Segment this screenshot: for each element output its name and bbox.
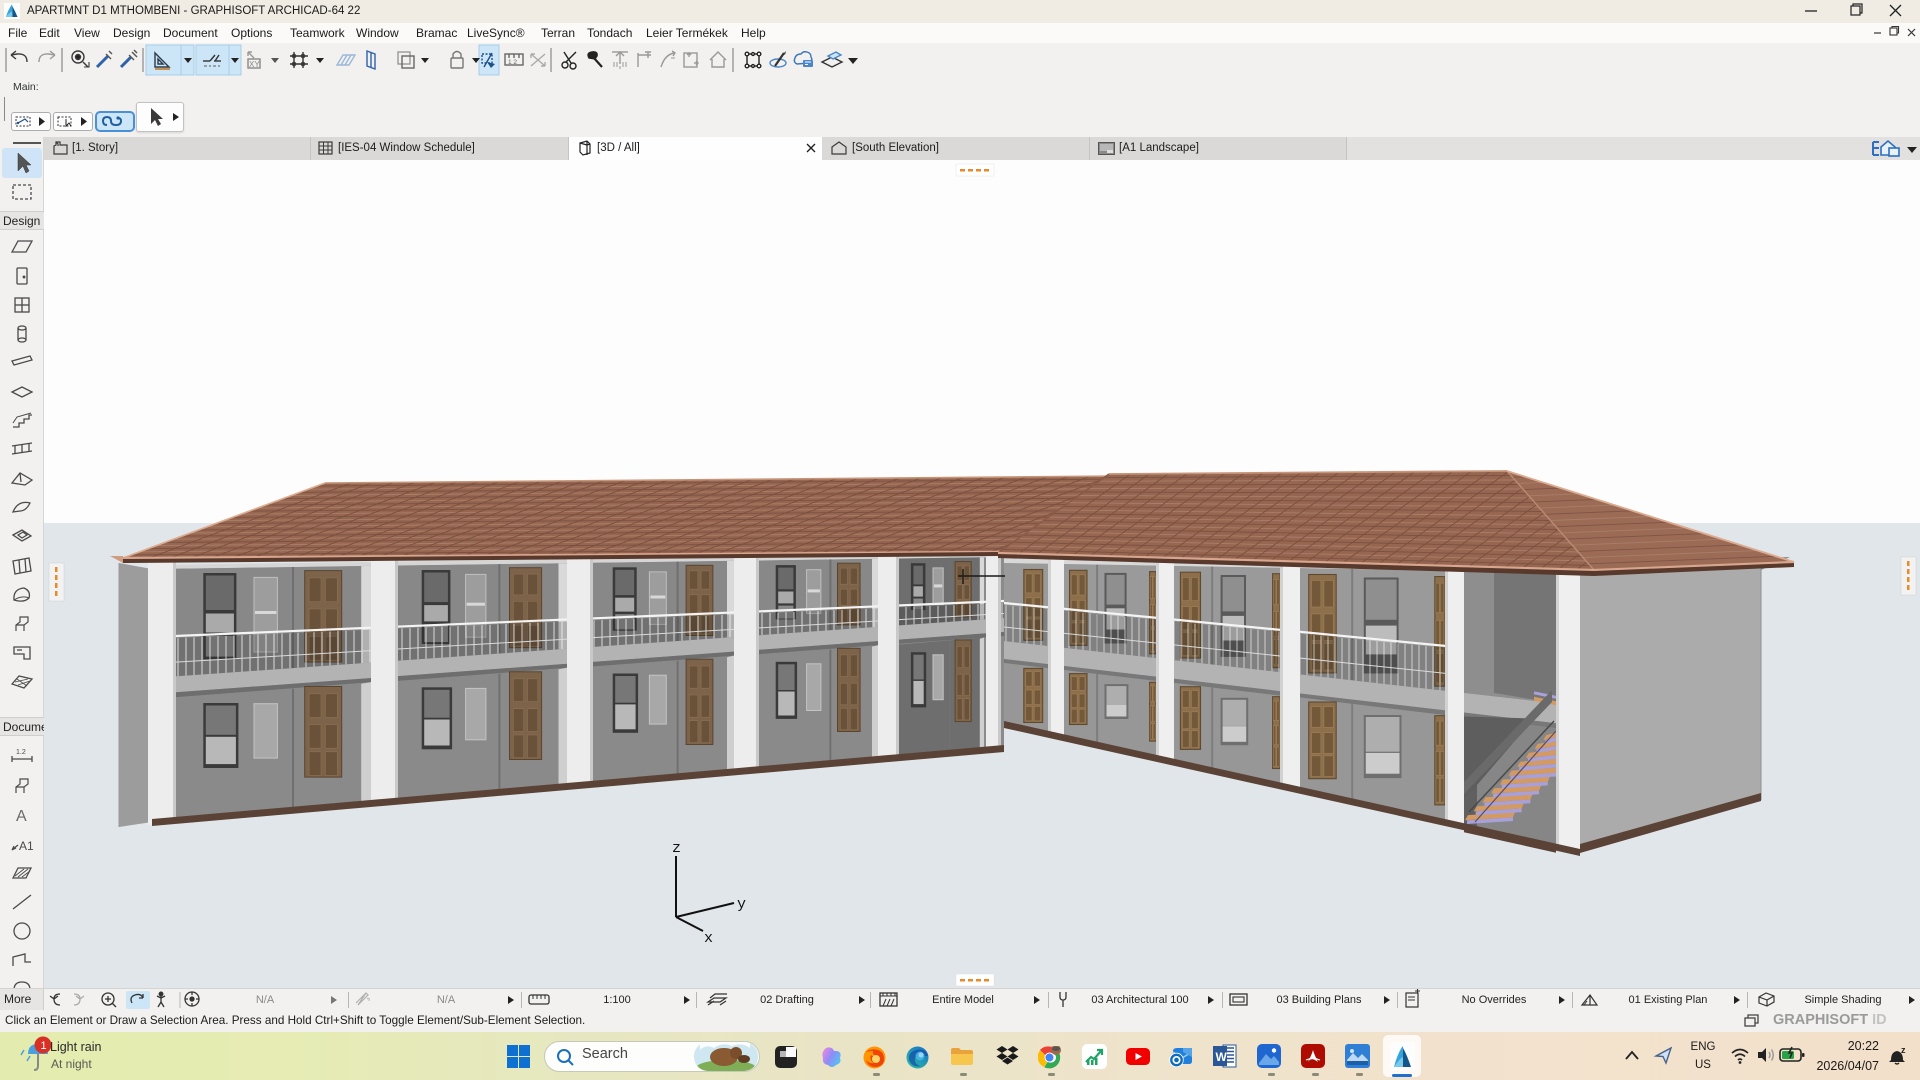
svg-text:A1: A1: [19, 839, 34, 853]
svg-text:z: z: [672, 840, 681, 857]
svg-text:z: z: [1901, 1045, 1906, 1055]
svg-text:1 2: 1 2: [508, 59, 517, 66]
svg-text:W: W: [1216, 1050, 1228, 1064]
svg-text:1: 1: [41, 1040, 47, 1052]
svg-text:x: x: [704, 930, 713, 947]
svg-text:A: A: [16, 808, 27, 825]
svg-text:y: y: [737, 896, 746, 913]
svg-text:XY: XY: [249, 60, 260, 69]
svg-text:1.2: 1.2: [16, 749, 26, 756]
